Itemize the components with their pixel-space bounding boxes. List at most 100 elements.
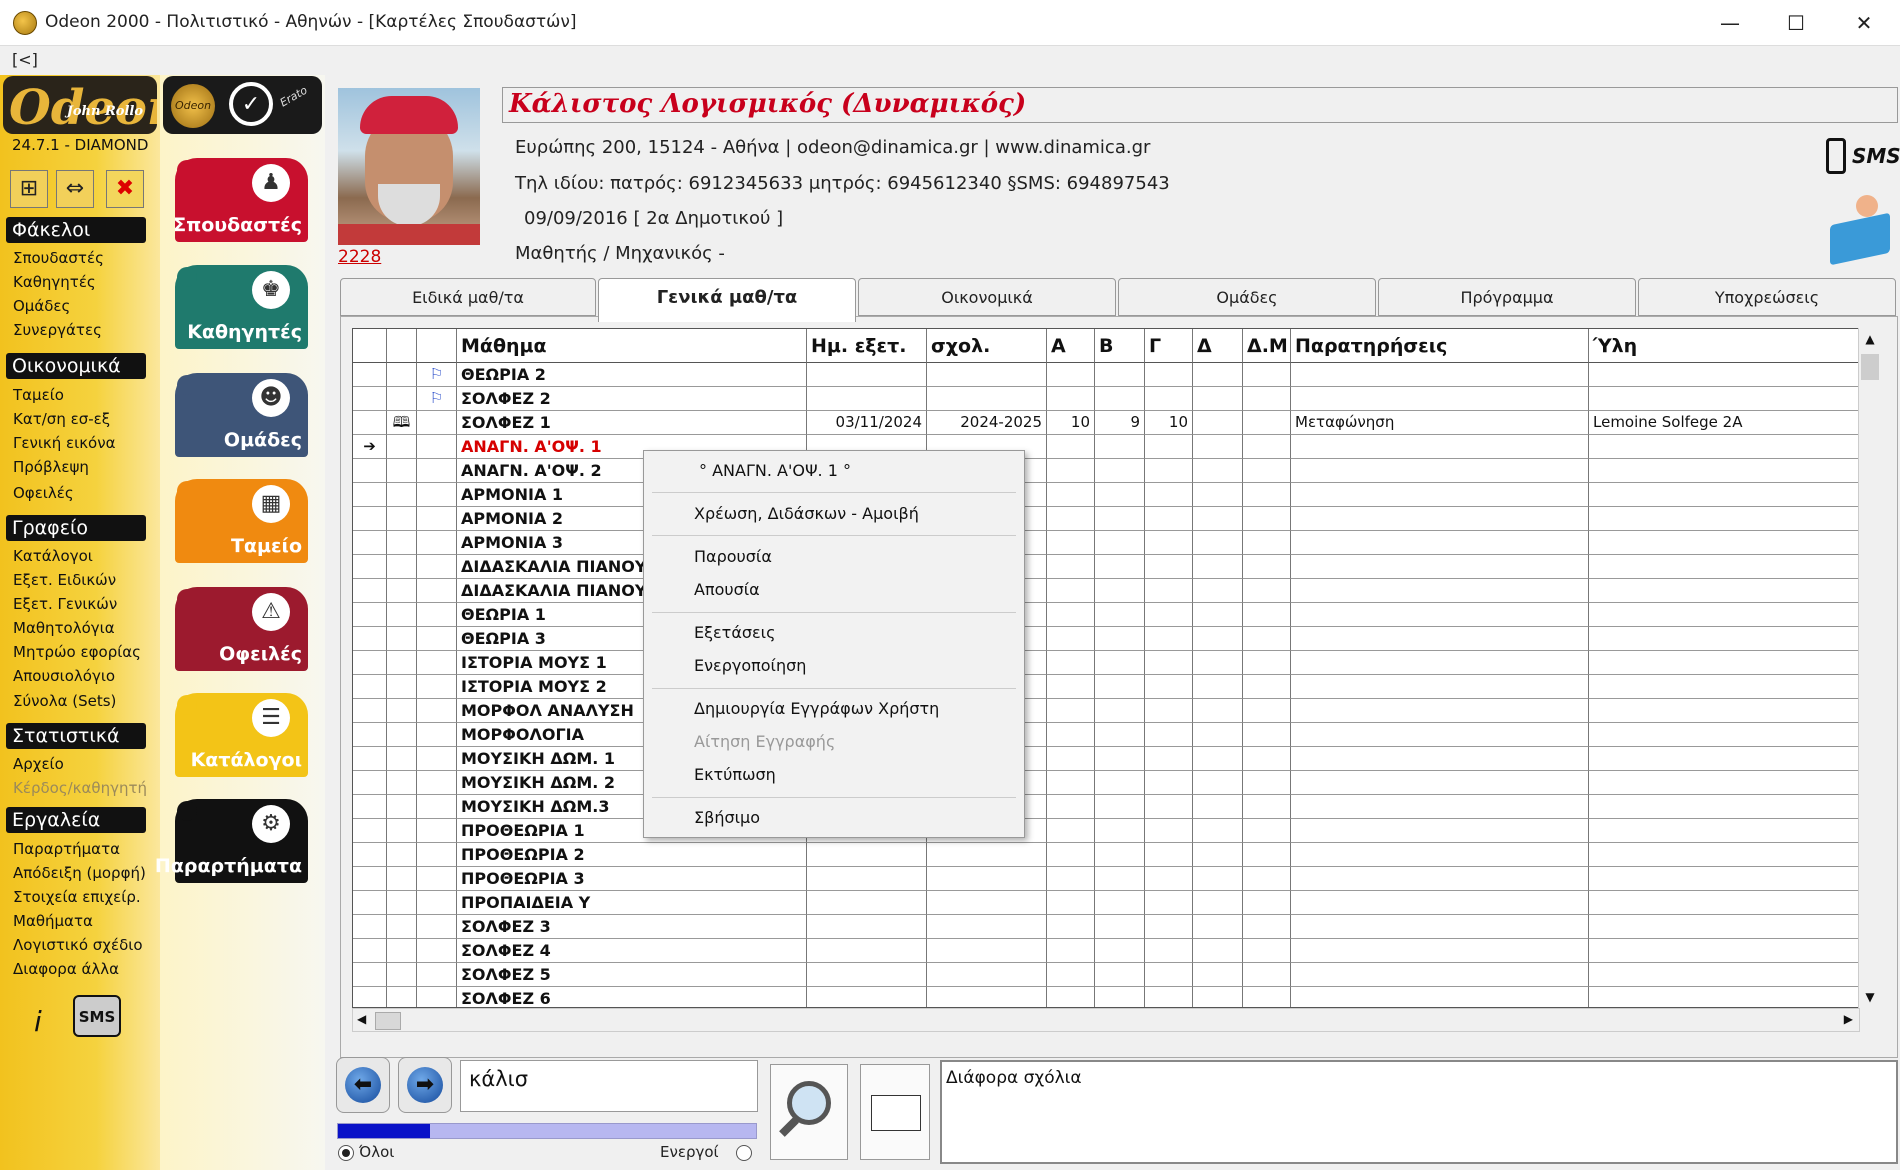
catalogs-button[interactable]: ☰ Κατάλογοι	[175, 693, 308, 777]
cell-d[interactable]	[1193, 435, 1243, 459]
scroll-thumb[interactable]	[1861, 354, 1879, 380]
cell-arrow[interactable]	[353, 723, 387, 747]
cell-g[interactable]	[1145, 939, 1193, 963]
cell-d[interactable]	[1193, 675, 1243, 699]
cell-date[interactable]	[807, 867, 927, 891]
menu-inout[interactable]: Κατ/ση εσ-εξ	[13, 410, 110, 428]
cell-date[interactable]	[807, 363, 927, 387]
cell-subject[interactable]: ΣΟΛΦΕΖ 4	[457, 939, 807, 963]
cell-notes[interactable]	[1291, 387, 1589, 411]
cell-marker[interactable]: 🕮	[387, 411, 417, 435]
folder-person-icon[interactable]	[1830, 195, 1892, 266]
cell-flag[interactable]	[417, 411, 457, 435]
maximize-button[interactable]: ☐	[1768, 6, 1824, 40]
cell-b[interactable]	[1095, 699, 1145, 723]
scroll-left-icon[interactable]: ◀	[357, 1012, 366, 1026]
cell-notes[interactable]	[1291, 795, 1589, 819]
cell-material[interactable]	[1589, 843, 1859, 867]
cell-b[interactable]	[1095, 627, 1145, 651]
cell-a[interactable]	[1047, 579, 1095, 603]
cell-flag[interactable]: ⚐	[417, 387, 457, 411]
cell-d[interactable]	[1193, 819, 1243, 843]
cell-arrow[interactable]	[353, 675, 387, 699]
cell-dm[interactable]	[1243, 939, 1291, 963]
cell-notes[interactable]	[1291, 579, 1589, 603]
cell-g[interactable]	[1145, 771, 1193, 795]
cell-material[interactable]	[1589, 939, 1859, 963]
cell-a[interactable]	[1047, 363, 1095, 387]
odeon-clock-logo[interactable]: Odeon ✓ Erato	[163, 76, 322, 134]
cell-dm[interactable]	[1243, 459, 1291, 483]
cell-notes[interactable]	[1291, 699, 1589, 723]
menu-sets[interactable]: Σύνολα (Sets)	[13, 692, 116, 710]
cell-b[interactable]	[1095, 651, 1145, 675]
cell-b[interactable]	[1095, 987, 1145, 1007]
cell-dm[interactable]	[1243, 795, 1291, 819]
cell-material[interactable]	[1589, 435, 1859, 459]
lessons-grid[interactable]: Μάθημα Ημ. εξετ. σχολ. Α Β Γ Δ Δ.Μ Παρατ…	[352, 328, 1860, 1008]
sms-icon[interactable]: SMS	[73, 995, 121, 1037]
cell-g[interactable]	[1145, 483, 1193, 507]
cell-school[interactable]	[927, 843, 1047, 867]
cell-g[interactable]	[1145, 435, 1193, 459]
cell-subject[interactable]: ΠΡΟΠΑΙΔΕΙΑ Υ	[457, 891, 807, 915]
cell-date[interactable]	[807, 915, 927, 939]
cell-a[interactable]	[1047, 939, 1095, 963]
cell-notes[interactable]	[1291, 651, 1589, 675]
cell-material[interactable]	[1589, 531, 1859, 555]
cell-date[interactable]	[807, 891, 927, 915]
cell-a[interactable]	[1047, 531, 1095, 555]
cell-g[interactable]	[1145, 987, 1193, 1007]
cell-material[interactable]	[1589, 603, 1859, 627]
cell-notes[interactable]	[1291, 771, 1589, 795]
menu-absences[interactable]: Απουσιολόγιο	[13, 667, 115, 685]
cell-g[interactable]	[1145, 531, 1193, 555]
cell-school[interactable]	[927, 963, 1047, 987]
cell-flag[interactable]	[417, 987, 457, 1007]
cell-material[interactable]	[1589, 723, 1859, 747]
cell-dm[interactable]	[1243, 675, 1291, 699]
cell-d[interactable]	[1193, 963, 1243, 987]
cell-a[interactable]	[1047, 987, 1095, 1007]
cell-notes[interactable]	[1291, 891, 1589, 915]
cell-b[interactable]	[1095, 867, 1145, 891]
search-input[interactable]: κάλισ	[460, 1060, 758, 1112]
tab-special-lessons[interactable]: Ειδικά μαθ/τα	[340, 278, 596, 316]
cell-a[interactable]	[1047, 843, 1095, 867]
cell-b[interactable]	[1095, 483, 1145, 507]
cell-flag[interactable]	[417, 795, 457, 819]
cell-material[interactable]: Lemoine Solfege 2A	[1589, 411, 1859, 435]
radio-active[interactable]	[736, 1145, 752, 1161]
close-x-icon[interactable]: ✖	[106, 170, 144, 208]
cell-d[interactable]	[1193, 555, 1243, 579]
cell-g[interactable]	[1145, 795, 1193, 819]
cell-dm[interactable]	[1243, 435, 1291, 459]
grid-header-g[interactable]: Γ	[1145, 329, 1193, 363]
cell-notes[interactable]	[1291, 531, 1589, 555]
cell-notes[interactable]	[1291, 603, 1589, 627]
cell-subject[interactable]: ΣΟΛΦΕΖ 1	[457, 411, 807, 435]
teachers-button[interactable]: ♚ Καθηγητές	[175, 265, 308, 349]
menu-catalogs[interactable]: Κατάλογοι	[13, 547, 93, 565]
sms-phone-button[interactable]: SMS	[1824, 136, 1900, 176]
cell-flag[interactable]	[417, 915, 457, 939]
cell-g[interactable]	[1145, 387, 1193, 411]
cell-arrow[interactable]	[353, 483, 387, 507]
cell-a[interactable]: 10	[1047, 411, 1095, 435]
cell-a[interactable]	[1047, 483, 1095, 507]
cell-a[interactable]	[1047, 819, 1095, 843]
cell-marker[interactable]	[387, 483, 417, 507]
cell-arrow[interactable]	[353, 843, 387, 867]
menu-lessons[interactable]: Μαθήματα	[13, 912, 93, 930]
cell-g[interactable]	[1145, 555, 1193, 579]
cell-subject[interactable]: ΣΟΛΦΕΖ 2	[457, 387, 807, 411]
cell-d[interactable]	[1193, 723, 1243, 747]
cell-dm[interactable]	[1243, 627, 1291, 651]
cell-a[interactable]	[1047, 723, 1095, 747]
cell-arrow[interactable]	[353, 411, 387, 435]
cell-marker[interactable]	[387, 363, 417, 387]
cell-g[interactable]	[1145, 627, 1193, 651]
scroll-down-icon[interactable]: ▼	[1859, 990, 1881, 1004]
cell-d[interactable]	[1193, 459, 1243, 483]
cell-arrow[interactable]	[353, 531, 387, 555]
